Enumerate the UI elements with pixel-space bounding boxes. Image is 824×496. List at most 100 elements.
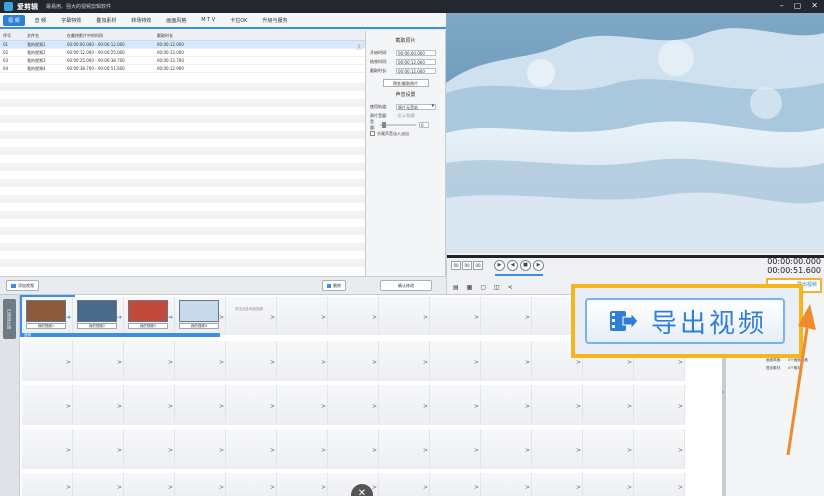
empty-slot[interactable]: > [379, 473, 430, 496]
table-row[interactable]: 03 我的视频3 00:00:25.000 - 00:00:38.700 00:… [0, 57, 365, 65]
empty-slot[interactable]: > [22, 385, 73, 425]
empty-slot[interactable]: > [226, 385, 277, 425]
added-clips-tab[interactable]: 已添加片段 [3, 299, 16, 339]
video-preview[interactable] [446, 13, 824, 253]
empty-slot[interactable]: > [583, 473, 634, 496]
empty-slot[interactable]: > [481, 341, 532, 381]
column-filename[interactable]: 文件名 [24, 33, 64, 39]
table-row[interactable]: 04 我的视频4 00:00:38.700 - 00:00:51.600 00:… [0, 65, 365, 73]
table-row[interactable]: 02 我的视频2 00:00:12.000 - 00:00:25.000 00:… [0, 49, 365, 57]
maximize-button[interactable]: ▢ [794, 1, 802, 10]
export-video-button[interactable]: 导出视频 [585, 298, 785, 344]
empty-slot[interactable]: > [226, 429, 277, 469]
empty-slot[interactable]: > [379, 385, 430, 425]
tab-mtv[interactable]: M T V [196, 15, 220, 25]
empty-slot[interactable]: > [532, 473, 583, 496]
empty-slot[interactable]: > [175, 385, 226, 425]
column-time[interactable]: 在最终影片中的时间 [64, 33, 154, 39]
empty-slot[interactable]: > [22, 341, 73, 381]
empty-slot[interactable]: > [73, 385, 124, 425]
time-input[interactable]: 00 00 00 [451, 261, 483, 270]
empty-slot[interactable]: > [124, 473, 175, 496]
delete-button[interactable]: 删除 [322, 280, 346, 291]
audio-track-bar[interactable]: 音频 [22, 333, 220, 337]
volume-slider[interactable] [380, 121, 416, 128]
clip-slot[interactable]: 我的视频2 ➜ [73, 297, 124, 335]
end-time-input[interactable]: 00:00:12.000 [396, 58, 436, 65]
share-icon[interactable]: < [508, 284, 513, 291]
clip-slot[interactable]: 我的视频1 ➜ [20, 295, 75, 337]
empty-slot[interactable]: > [124, 385, 175, 425]
empty-slot[interactable]: > [430, 385, 481, 425]
empty-slot[interactable]: > [583, 385, 634, 425]
crop-icon[interactable]: ▢ [480, 284, 486, 291]
table-row[interactable]: 01 我的视频1 00:00:00.000 - 00:00:12.000 00:… [0, 41, 365, 49]
empty-slot[interactable]: > [277, 473, 328, 496]
empty-slot[interactable]: > [430, 473, 481, 496]
tab-transition[interactable]: 转场特效 [126, 15, 156, 26]
empty-slot[interactable]: > [175, 473, 226, 496]
empty-slot[interactable]: > [481, 385, 532, 425]
folder-icon[interactable]: ▤ [453, 284, 459, 291]
time-hours[interactable]: 00 [451, 261, 461, 270]
empty-slot[interactable]: > [22, 429, 73, 469]
empty-slot[interactable]: > [124, 341, 175, 381]
empty-slot[interactable]: > [328, 429, 379, 469]
empty-slot[interactable]: > [532, 429, 583, 469]
time-seconds[interactable]: 00 [473, 261, 483, 270]
tab-upgrade[interactable]: 升级与服务 [257, 15, 292, 26]
empty-slot[interactable]: > [379, 297, 430, 335]
empty-slot[interactable]: > [634, 473, 685, 496]
empty-slot[interactable]: > [277, 429, 328, 469]
preview-clip-button[interactable]: 预览/截取原片 [382, 79, 429, 87]
empty-slot[interactable]: > [481, 473, 532, 496]
empty-slot[interactable]: > [277, 385, 328, 425]
empty-slot[interactable]: > [328, 385, 379, 425]
tab-subtitle[interactable]: 字幕特效 [56, 15, 86, 26]
empty-slot[interactable]: > [634, 385, 685, 425]
add-video-button[interactable]: 添加视频 [6, 280, 39, 291]
scroll-handle-icon[interactable]: ⁞ [356, 44, 362, 50]
empty-slot[interactable]: 双击此处添加视频 > [226, 297, 277, 335]
empty-slot[interactable]: > [73, 429, 124, 469]
next-frame-icon[interactable]: ▶ [533, 260, 544, 271]
volume-bar[interactable] [495, 274, 543, 276]
empty-slot[interactable]: > [532, 385, 583, 425]
collapse-arrow-icon[interactable]: › [722, 389, 724, 396]
empty-slot[interactable]: > [73, 473, 124, 496]
empty-slot[interactable]: > [583, 429, 634, 469]
clip-slot[interactable]: 我的视频4 > [175, 297, 226, 335]
fade-checkbox[interactable] [370, 131, 375, 136]
empty-slot[interactable]: > [430, 341, 481, 381]
column-index[interactable]: 序号 [0, 33, 24, 39]
empty-slot[interactable]: > [277, 341, 328, 381]
snapshot-icon[interactable]: ◫ [494, 284, 500, 291]
save-icon[interactable]: ▦ [467, 284, 473, 291]
empty-slot[interactable]: > [379, 341, 430, 381]
tab-video[interactable]: 视 频 [3, 14, 25, 26]
volume-slider-knob[interactable] [382, 121, 386, 128]
prev-frame-icon[interactable]: ◀ [507, 260, 518, 271]
empty-slot[interactable]: > [634, 429, 685, 469]
empty-slot[interactable]: > [277, 297, 328, 335]
time-minutes[interactable]: 00 [462, 261, 472, 270]
tab-audio[interactable]: 音 频 [30, 15, 52, 26]
clip-slot[interactable]: 我的视频3 ➜ [124, 297, 175, 335]
empty-slot[interactable]: > [328, 341, 379, 381]
empty-slot[interactable]: > [175, 341, 226, 381]
stop-icon[interactable]: ■ [520, 260, 531, 271]
gain-hint[interactable]: -显示/隐藏 [396, 113, 415, 119]
confirm-button[interactable]: 确认修改 [380, 280, 432, 291]
empty-slot[interactable]: > [481, 297, 532, 335]
start-time-input[interactable]: 00:00:00.000 [396, 49, 436, 56]
play-button[interactable]: ▶ [494, 260, 505, 271]
empty-slot[interactable]: > [22, 473, 73, 496]
volume-input[interactable]: 0 [419, 121, 429, 128]
audio-track-select[interactable]: 原片无音轨 [396, 103, 436, 110]
tab-karaoke[interactable]: 卡拉OK [225, 15, 252, 26]
empty-slot[interactable]: > [379, 429, 430, 469]
empty-slot[interactable]: > [226, 473, 277, 496]
tab-overlay[interactable]: 叠加素材 [91, 15, 121, 26]
empty-slot[interactable]: > [124, 429, 175, 469]
column-duration[interactable]: 截取时长 [154, 33, 214, 39]
